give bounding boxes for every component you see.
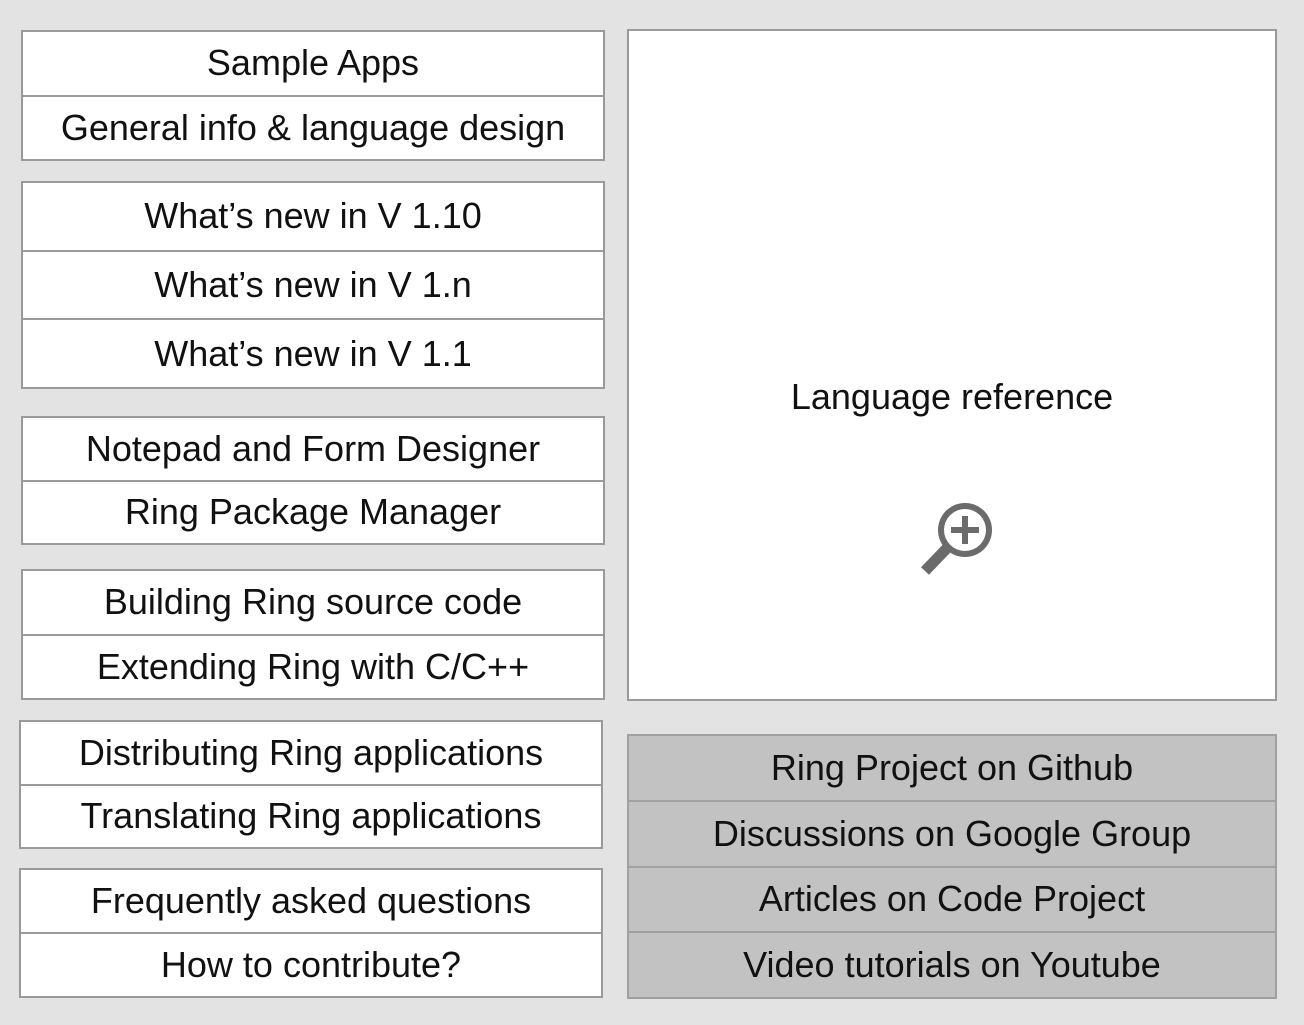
zoom-in-icon[interactable] (913, 496, 999, 582)
group-whats-new: What’s new in V 1.10 What’s new in V 1.n… (21, 181, 605, 389)
building-source-button[interactable]: Building Ring source code (23, 571, 603, 634)
extending-c-cpp-button[interactable]: Extending Ring with C/C++ (23, 633, 603, 699)
faq-button[interactable]: Frequently asked questions (21, 870, 601, 932)
ring-package-manager-button[interactable]: Ring Package Manager (23, 479, 603, 544)
sample-apps-button[interactable]: Sample Apps (23, 32, 603, 95)
group-tools: Notepad and Form Designer Ring Package M… (21, 416, 605, 545)
language-reference-panel[interactable]: Language reference (627, 29, 1277, 701)
how-to-contribute-button[interactable]: How to contribute? (21, 932, 601, 996)
distributing-apps-button[interactable]: Distributing Ring applications (21, 722, 601, 784)
youtube-link[interactable]: Video tutorials on Youtube (629, 931, 1275, 997)
group-getting-started: Sample Apps General info & language desi… (21, 30, 605, 161)
google-group-link[interactable]: Discussions on Google Group (629, 799, 1275, 866)
whats-new-1-10-button[interactable]: What’s new in V 1.10 (23, 183, 603, 250)
code-project-link[interactable]: Articles on Code Project (629, 865, 1275, 932)
whats-new-1-n-button[interactable]: What’s new in V 1.n (23, 249, 603, 319)
group-building: Building Ring source code Extending Ring… (21, 569, 605, 700)
whats-new-1-1-button[interactable]: What’s new in V 1.1 (23, 318, 603, 387)
github-link[interactable]: Ring Project on Github (629, 736, 1275, 800)
translating-apps-button[interactable]: Translating Ring applications (21, 783, 601, 848)
general-info-button[interactable]: General info & language design (23, 94, 603, 160)
language-reference-title: Language reference (790, 376, 1114, 417)
external-links-group: Ring Project on Github Discussions on Go… (627, 734, 1277, 999)
group-distribution: Distributing Ring applications Translati… (19, 720, 603, 849)
group-help: Frequently asked questions How to contri… (19, 868, 603, 998)
notepad-form-designer-button[interactable]: Notepad and Form Designer (23, 418, 603, 480)
